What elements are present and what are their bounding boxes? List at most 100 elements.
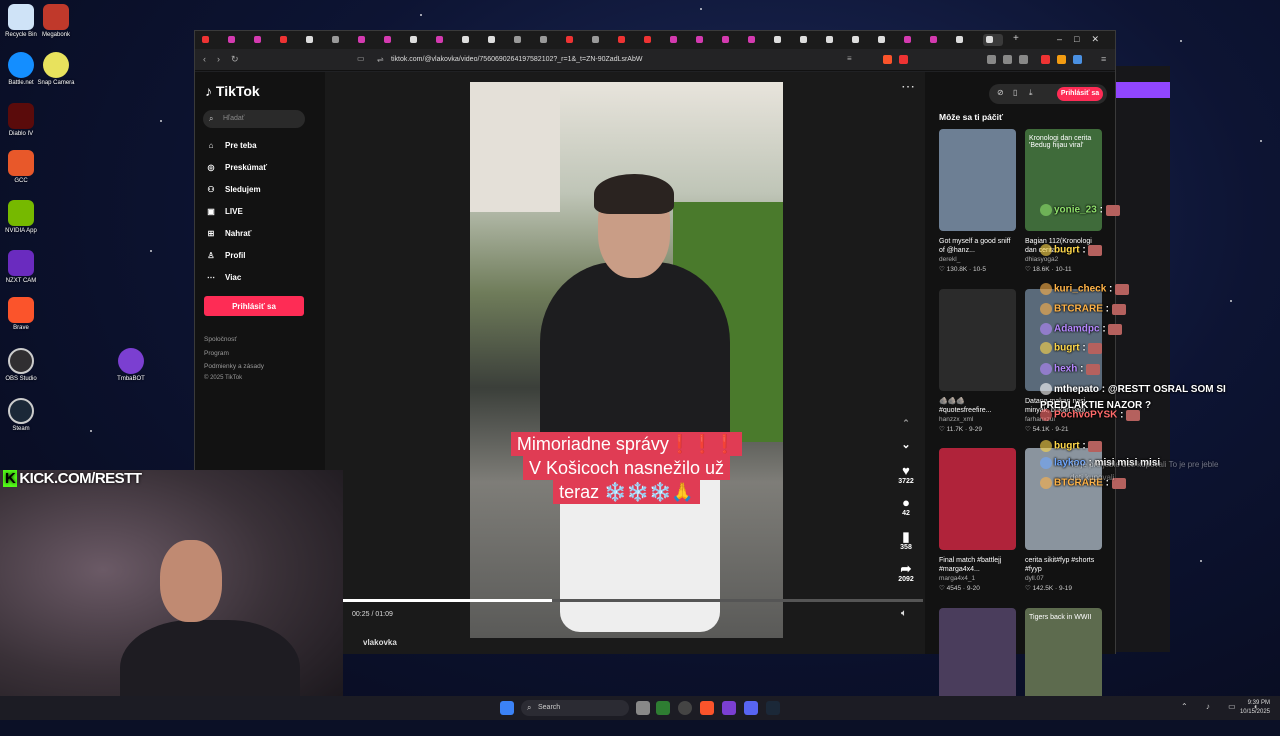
reader-icon[interactable]: ≡	[847, 54, 852, 63]
browser-tab[interactable]	[303, 34, 323, 46]
rec-card[interactable]: Final match #battlejj #marga4x4... marga4…	[939, 448, 1016, 592]
desktop-icon-tmbabot[interactable]: TmbaBOT	[111, 348, 151, 382]
tiktok-logo[interactable]: ♪ TikTok	[205, 83, 260, 99]
browser-tab[interactable]	[589, 34, 609, 46]
nav-item-more[interactable]: ⋯ Viac	[205, 273, 241, 282]
volume-icon[interactable]: 🔈︎	[901, 608, 907, 619]
extension-orange-icon[interactable]	[1057, 55, 1066, 64]
video-progress-bar[interactable]	[343, 599, 923, 602]
footer-link-terms[interactable]: Podmienky a zásady	[204, 363, 264, 370]
new-tab-button[interactable]: +	[1013, 34, 1033, 46]
extension-blue-icon[interactable]	[1073, 55, 1082, 64]
search-input[interactable]: ⌕ Hľadať	[203, 110, 305, 128]
rec-thumbnail[interactable]	[939, 608, 1016, 710]
browser-tab[interactable]	[823, 34, 843, 46]
steam-taskbar-icon[interactable]	[766, 701, 780, 715]
rec-thumbnail[interactable]	[939, 448, 1016, 550]
desktop-icon-nvidia[interactable]: NVIDIA App	[1, 200, 41, 234]
browser-tab[interactable]	[511, 34, 531, 46]
browser-tab[interactable]	[875, 34, 895, 46]
browser-tab[interactable]	[745, 34, 765, 46]
browser-tab[interactable]	[355, 34, 375, 46]
browser-tab-active[interactable]	[983, 34, 1003, 46]
reload-icon[interactable]: ↻	[231, 54, 239, 65]
browser-tab[interactable]	[667, 34, 687, 46]
desktop-icon-gcc[interactable]: GCC	[1, 150, 41, 184]
rec-user[interactable]: hanzzx_xml	[939, 416, 1016, 423]
discord-taskbar-icon[interactable]	[744, 701, 758, 715]
obs-taskbar-icon[interactable]	[678, 701, 692, 715]
rec-user[interactable]: dyll.07	[1025, 575, 1102, 582]
chat-username[interactable]: mthepato	[1054, 384, 1099, 395]
maximize-button[interactable]: □	[1074, 34, 1091, 44]
nav-item-profile[interactable]: ♙ Profil	[205, 251, 245, 260]
browser-tab[interactable]	[615, 34, 635, 46]
video-author[interactable]: vlakovka	[363, 638, 397, 647]
share-icon[interactable]	[1019, 55, 1028, 64]
browser-tab[interactable]	[641, 34, 661, 46]
next-video-icon[interactable]: ⌄	[890, 438, 922, 451]
taskbar-search[interactable]: ⌕ Search	[521, 700, 629, 716]
browser-tab[interactable]	[251, 34, 271, 46]
url-field[interactable]: ⇌ tiktok.com/@vlakovka/video/756069026419…	[371, 52, 871, 68]
share-button[interactable]: ➦ 2092	[890, 562, 922, 584]
chat-username[interactable]: PochvoPYSK	[1054, 410, 1117, 421]
nav-item-for-you[interactable]: ⌂ Pre teba	[205, 141, 257, 150]
download-icon[interactable]: ⤓	[1029, 88, 1033, 98]
rec-thumbnail[interactable]	[939, 129, 1016, 231]
browser-tab[interactable]	[537, 34, 557, 46]
more-options-icon[interactable]: ⋯	[901, 78, 915, 95]
browser-tab[interactable]	[433, 34, 453, 46]
browser-tab[interactable]	[381, 34, 401, 46]
desktop-icon-megabonk[interactable]: Megabonk	[36, 4, 76, 38]
minimize-button[interactable]: –	[1057, 34, 1074, 44]
task-view-icon[interactable]	[636, 701, 650, 715]
nav-item-upload[interactable]: ⊞ Nahrať	[205, 229, 252, 238]
desktop-icon-steam[interactable]: Steam	[1, 398, 41, 432]
browser-tab[interactable]	[927, 34, 947, 46]
desktop-icon-recycle-bin[interactable]: Recycle Bin	[1, 4, 41, 38]
video-player[interactable]: Mimoriadne správy❗❗❗ V Košicoch nasnežil…	[325, 72, 925, 654]
footer-link-program[interactable]: Program	[204, 350, 229, 357]
login-button[interactable]: Prihlásiť sa	[204, 296, 304, 316]
wallet-icon[interactable]	[1003, 55, 1012, 64]
desktop-icon-brave[interactable]: Brave	[1, 297, 41, 331]
rec-thumbnail[interactable]	[939, 289, 1016, 391]
site-settings-icon[interactable]: ⇌	[377, 55, 384, 64]
browser-tab[interactable]	[563, 34, 583, 46]
chat-username[interactable]: yonie_23	[1054, 205, 1097, 216]
browser-tab[interactable]	[797, 34, 817, 46]
rec-user[interactable]: derekl_	[939, 256, 1016, 263]
start-icon[interactable]	[500, 701, 514, 715]
rec-thumbnail[interactable]: Tigers back in WWII	[1025, 608, 1102, 710]
back-icon[interactable]: ‹	[203, 54, 206, 64]
pip-icon[interactable]: ⊘	[997, 88, 1004, 97]
chat-username[interactable]: bugrt	[1054, 441, 1080, 452]
browser-tab[interactable]	[771, 34, 791, 46]
browser-tab[interactable]	[329, 34, 349, 46]
chat-username[interactable]: BTCRARE	[1054, 304, 1103, 315]
prev-video-icon[interactable]: ⌃	[890, 418, 922, 429]
bookmark-icon[interactable]: ▭	[357, 54, 365, 63]
nav-item-explore[interactable]: ◎ Preskúmať	[205, 163, 268, 172]
browser-tab[interactable]	[901, 34, 921, 46]
extensions-icon[interactable]	[987, 55, 996, 64]
desktop-icon-obs[interactable]: OBS Studio	[1, 348, 41, 382]
browser-tab[interactable]	[407, 34, 427, 46]
extension-red-icon[interactable]	[1041, 55, 1050, 64]
desktop-icon-snap-camera[interactable]: Snap Camera	[36, 52, 76, 86]
rewards-icon[interactable]	[899, 55, 908, 64]
browser-tab[interactable]	[277, 34, 297, 46]
chat-username[interactable]: hexh	[1054, 364, 1077, 375]
device-icon[interactable]: ▯	[1013, 88, 1017, 97]
nav-item-live[interactable]: ▣ LIVE	[205, 207, 243, 216]
chat-username[interactable]: bugrt	[1054, 245, 1080, 256]
rec-card[interactable]: 🪨🪨🪨 #quotesfreefire... hanzzx_xml ♡ 11.7K …	[939, 289, 1016, 433]
comment-button[interactable]: ● 42	[890, 496, 922, 518]
chat-username[interactable]: Adamdpc	[1054, 324, 1100, 335]
browser-tab[interactable]	[953, 34, 973, 46]
desktop-icon-battlenet[interactable]: Battle.net	[1, 52, 41, 86]
desktop-icon-nzxt[interactable]: NZXT CAM	[1, 250, 41, 284]
browser-tab[interactable]	[693, 34, 713, 46]
rec-card[interactable]: Got myself a good sniff of @hanz... derek…	[939, 129, 1016, 273]
